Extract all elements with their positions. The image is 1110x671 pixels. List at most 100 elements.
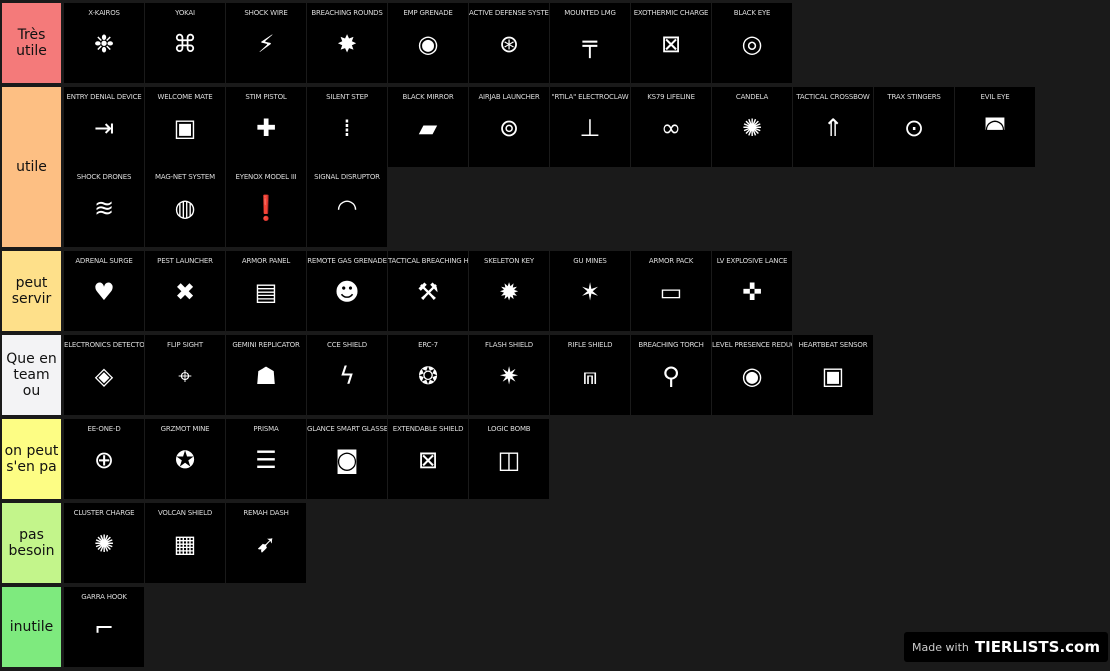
tier-item[interactable]: ENTRY DENIAL DEVICE ⇥	[64, 87, 144, 167]
gadget-icon: ⇑	[822, 114, 844, 142]
tier-items: EE-ONE-D ⊕ GRZMOT MINE ✪ PRISMA ☰ GLANCE SMART…	[64, 419, 1108, 499]
tier-item[interactable]: TACTICAL CROSSBOW ⇑	[793, 87, 873, 167]
item-name: WELCOME MATE	[157, 93, 213, 101]
tier-item[interactable]: WELCOME MATE ▣	[145, 87, 225, 167]
item-name: SIGNAL DISRUPTOR	[314, 173, 380, 181]
tier-item[interactable]: BREACHING TORCH ⚲	[631, 335, 711, 415]
tier-item[interactable]: EMP GRENADE ◉	[388, 3, 468, 83]
tier-item[interactable]: TRAX STINGERS ⊙	[874, 87, 954, 167]
gadget-icon: ❗	[251, 194, 281, 222]
tier-item[interactable]: PEST LAUNCHER ✖	[145, 251, 225, 331]
tier-item[interactable]: VOLCAN SHIELD ▦	[145, 503, 225, 583]
tier-item[interactable]: MOUNTED LMG ╤	[550, 3, 630, 83]
tier-item[interactable]: ACTIVE DEFENSE SYSTEM ⊛	[469, 3, 549, 83]
item-name: CCE SHIELD	[327, 341, 367, 349]
tier-label[interactable]: Très utile	[2, 3, 61, 83]
tier-row: on peut s'en pa EE-ONE-D ⊕ GRZMOT MINE ✪ PRIS…	[2, 419, 1108, 499]
gadget-icon: ∞	[661, 114, 681, 142]
tier-item[interactable]: EXTENDABLE SHIELD ⊠	[388, 419, 468, 499]
item-name: BREACHING TORCH	[638, 341, 704, 349]
gadget-icon: ✷	[498, 362, 520, 390]
tier-item[interactable]: SHOCK WIRE ⚡	[226, 3, 306, 83]
item-name: X-KAIROS	[88, 9, 120, 17]
tier-items: CLUSTER CHARGE ✺ VOLCAN SHIELD ▦ REMAH DASH ➹	[64, 503, 1108, 583]
tier-item[interactable]: GRZMOT MINE ✪	[145, 419, 225, 499]
gadget-icon: ✺	[741, 114, 763, 142]
tier-item[interactable]: GLANCE SMART GLASSES ◙	[307, 419, 387, 499]
gadget-icon: ╤	[582, 30, 598, 58]
tier-item[interactable]: ARMOR PACK ▭	[631, 251, 711, 331]
tier-item[interactable]: ERC-7 ❂	[388, 335, 468, 415]
tier-item[interactable]: BLACK MIRROR ▰	[388, 87, 468, 167]
tier-item[interactable]: FLASH SHIELD ✷	[469, 335, 549, 415]
tierlists-watermark[interactable]: Made with TIERLISTS.com	[904, 632, 1108, 662]
tier-item[interactable]: X-KAIROS ❉	[64, 3, 144, 83]
tier-item[interactable]: GU MINES ✶	[550, 251, 630, 331]
tier-item[interactable]: CANDELA ✺	[712, 87, 792, 167]
tier-item[interactable]: EVIL EYE ◚	[955, 87, 1035, 167]
gadget-icon: ✖	[174, 278, 196, 306]
tier-item[interactable]: ELECTRONICS DETECTOR ◈	[64, 335, 144, 415]
tier-label[interactable]: Que en team ou	[2, 335, 61, 415]
tier-item[interactable]: AIRJAB LAUNCHER ⊚	[469, 87, 549, 167]
tier-item[interactable]: RIFLE SHIELD ⩎	[550, 335, 630, 415]
tier-item[interactable]: EE-ONE-D ⊕	[64, 419, 144, 499]
tier-item[interactable]: SKELETON KEY ✹	[469, 251, 549, 331]
tier-item[interactable]: LV EXPLOSIVE LANCE ✜	[712, 251, 792, 331]
tier-item[interactable]: REMAH DASH ➹	[226, 503, 306, 583]
item-name: LEVEL PRESENCE REDUCTION	[712, 341, 792, 349]
tier-item[interactable]: EXOTHERMIC CHARGE ⊠	[631, 3, 711, 83]
tier-item[interactable]: LOGIC BOMB ◫	[469, 419, 549, 499]
tier-item[interactable]: "RTILA" ELECTROCLAW ⊥	[550, 87, 630, 167]
gadget-icon: ✶	[579, 278, 601, 306]
tier-item[interactable]: ADRENAL SURGE ♥	[64, 251, 144, 331]
tier-item[interactable]: YOKAI ⌘	[145, 3, 225, 83]
tier-item[interactable]: CLUSTER CHARGE ✺	[64, 503, 144, 583]
item-name: SHOCK DRONES	[76, 173, 132, 181]
item-name: BLACK EYE	[733, 9, 771, 17]
tier-item[interactable]: KS79 LIFELINE ∞	[631, 87, 711, 167]
tier-item[interactable]: CCE SHIELD ϟ	[307, 335, 387, 415]
tier-item[interactable]: FLIP SIGHT ⌖	[145, 335, 225, 415]
item-name: GEMINI REPLICATOR	[232, 341, 300, 349]
gadget-icon: ⌐	[93, 614, 115, 642]
gadget-icon: ⚡	[257, 30, 275, 58]
tier-item[interactable]: ARMOR PANEL ▤	[226, 251, 306, 331]
tier-item[interactable]: TACTICAL BREACHING HAMMER ⚒	[388, 251, 468, 331]
tier-label[interactable]: inutile	[2, 587, 61, 667]
tier-label[interactable]: peut servir	[2, 251, 61, 331]
tier-item[interactable]: EYENOX MODEL III ❗	[226, 167, 306, 247]
tier-item[interactable]: REMOTE GAS GRENADE ☻	[307, 251, 387, 331]
tier-item[interactable]: SIGNAL DISRUPTOR ◠	[307, 167, 387, 247]
tier-item[interactable]: BLACK EYE ◎	[712, 3, 792, 83]
item-name: "RTILA" ELECTROCLAW	[551, 93, 629, 101]
tier-item[interactable]: SHOCK DRONES ≋	[64, 167, 144, 247]
item-name: ACTIVE DEFENSE SYSTEM	[469, 9, 549, 17]
item-name: KS79 LIFELINE	[647, 93, 695, 101]
gadget-icon: ⩎	[583, 362, 597, 390]
tier-item[interactable]: GARRA HOOK ⌐	[64, 587, 144, 667]
item-name: ARMOR PACK	[648, 257, 694, 265]
tier-item[interactable]: MAG-NET SYSTEM ◍	[145, 167, 225, 247]
tier-item[interactable]: PRISMA ☰	[226, 419, 306, 499]
gadget-icon: ✺	[93, 530, 115, 558]
item-name: SILENT STEP	[326, 93, 368, 101]
tier-item[interactable]: GEMINI REPLICATOR ☗	[226, 335, 306, 415]
gadget-icon: ♥	[93, 278, 115, 306]
tier-item[interactable]: LEVEL PRESENCE REDUCTION ◉	[712, 335, 792, 415]
tier-label[interactable]: pas besoin	[2, 503, 61, 583]
item-name: AIRJAB LAUNCHER	[478, 93, 540, 101]
gadget-icon: ☰	[255, 446, 277, 474]
tier-item[interactable]: BREACHING ROUNDS ✸	[307, 3, 387, 83]
tier-item[interactable]: SILENT STEP ⁞	[307, 87, 387, 167]
tier-label[interactable]: utile	[2, 87, 61, 247]
tier-items: ADRENAL SURGE ♥ PEST LAUNCHER ✖ ARMOR PANEL ▤…	[64, 251, 1108, 331]
tier-item[interactable]: STIM PISTOL ✚	[226, 87, 306, 167]
tier-label[interactable]: on peut s'en pa	[2, 419, 61, 499]
gadget-icon: ⌖	[178, 362, 192, 390]
tier-item[interactable]: HEARTBEAT SENSOR ▣	[793, 335, 873, 415]
gadget-icon: ☗	[255, 362, 277, 390]
item-name: SHOCK WIRE	[244, 9, 288, 17]
gadget-icon: ◉	[417, 30, 439, 58]
tier-row: pas besoin CLUSTER CHARGE ✺ VOLCAN SHIELD ▦ R…	[2, 503, 1108, 583]
